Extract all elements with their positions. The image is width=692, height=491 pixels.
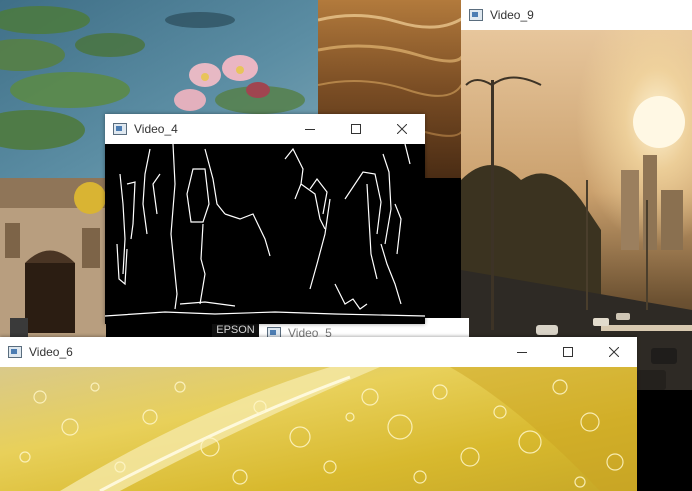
video-4-window[interactable]: Video_4 — [105, 114, 425, 324]
minimize-button[interactable] — [499, 337, 545, 367]
window-title: Video_9 — [490, 8, 534, 22]
minimize-icon — [305, 129, 315, 130]
close-icon — [609, 347, 619, 357]
edge-detection-image — [105, 144, 425, 317]
minimize-icon — [517, 352, 527, 353]
minimize-button[interactable] — [287, 114, 333, 144]
app-icon — [113, 123, 127, 135]
close-button[interactable] — [379, 114, 425, 144]
close-icon — [397, 124, 407, 134]
app-icon — [8, 346, 22, 358]
building-facade-image — [0, 178, 106, 340]
video-9-content — [461, 30, 692, 390]
window-title: Video_6 — [29, 345, 73, 359]
app-icon — [469, 9, 483, 21]
video-6-titlebar[interactable]: Video_6 — [0, 337, 637, 367]
window-title: Video_4 — [134, 122, 178, 136]
maximize-button[interactable] — [333, 114, 379, 144]
building-facade-video — [0, 178, 106, 340]
video-9-window[interactable]: Video_9 — [461, 0, 692, 390]
maximize-icon — [351, 124, 361, 134]
epson-label: EPSON — [216, 323, 255, 336]
video-9-titlebar[interactable]: Video_9 — [461, 0, 692, 30]
maximize-button[interactable] — [545, 337, 591, 367]
close-button[interactable] — [591, 337, 637, 367]
video-6-window[interactable]: Video_6 — [0, 337, 637, 491]
video-4-titlebar[interactable]: Video_4 — [105, 114, 425, 144]
edge-detection-view — [105, 144, 425, 324]
sunset-city-road-image — [461, 30, 692, 390]
lemon-bubbles-image — [0, 367, 637, 491]
video-6-content — [0, 367, 637, 491]
maximize-icon — [563, 347, 573, 357]
